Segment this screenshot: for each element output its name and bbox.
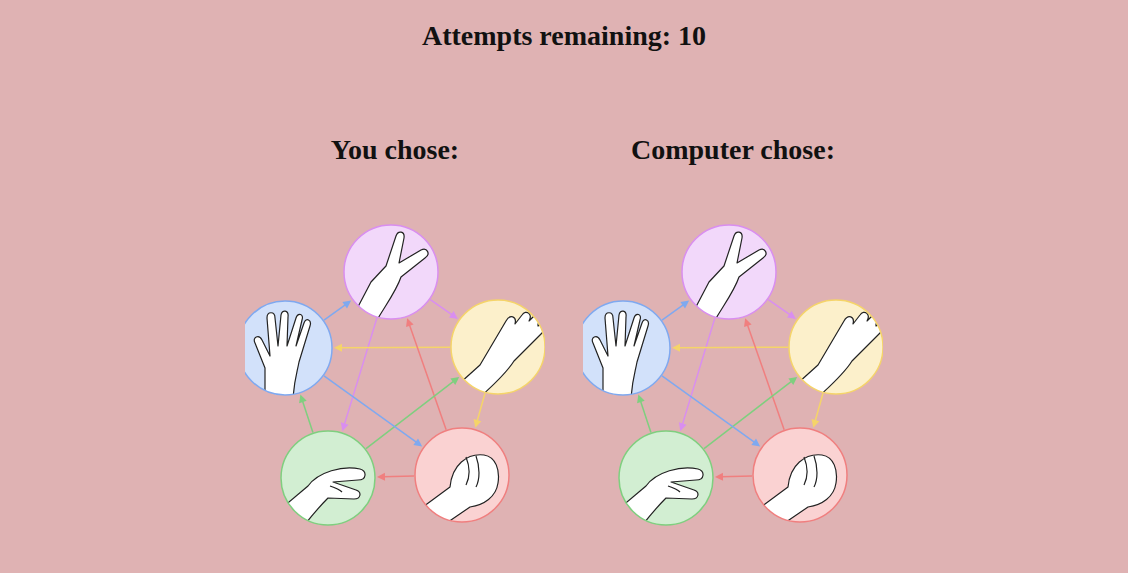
beats-arrow <box>715 473 752 481</box>
choice-button[interactable] <box>750 428 847 532</box>
player-panel: You chose: <box>245 132 545 532</box>
beats-arrow <box>812 393 823 428</box>
beats-arrow <box>377 473 414 481</box>
beats-arrow <box>672 344 788 352</box>
beats-arrow <box>299 395 313 433</box>
beats-arrow <box>662 301 689 320</box>
players-row: You chose: Computer chose: <box>245 132 883 532</box>
beats-arrow <box>474 393 485 428</box>
choice-diagram <box>245 222 545 532</box>
beats-arrow <box>341 318 377 431</box>
choice-button[interactable] <box>450 300 545 405</box>
beats-arrow <box>334 344 450 352</box>
choice-button[interactable] <box>788 300 883 405</box>
choice-button[interactable] <box>245 301 332 403</box>
beats-arrow <box>637 395 651 433</box>
paper-hand-icon <box>788 312 882 405</box>
scissors-hand-icon <box>349 232 428 330</box>
choice-button[interactable] <box>682 225 776 330</box>
choice-button[interactable] <box>583 301 670 403</box>
rock-hand-icon <box>750 455 836 532</box>
rock-hand-icon <box>412 455 498 532</box>
lizard-hand-icon <box>614 468 703 532</box>
choice-button[interactable] <box>614 431 713 532</box>
beats-arrow <box>324 301 351 320</box>
choice-diagram <box>583 222 883 532</box>
beats-arrow <box>430 300 458 319</box>
player-panel: Computer chose: <box>583 132 883 532</box>
game-page: Attempts remaining: 10 You chose: Compute… <box>0 0 1128 573</box>
lizard-hand-icon <box>276 468 365 532</box>
choice-label: Computer chose: <box>631 132 835 168</box>
paper-hand-icon <box>450 312 544 405</box>
attempts-heading: Attempts remaining: 10 <box>422 0 706 54</box>
scissors-hand-icon <box>687 232 766 330</box>
choice-button[interactable] <box>412 428 509 532</box>
choice-button[interactable] <box>344 225 438 330</box>
choice-button[interactable] <box>276 431 375 532</box>
beats-arrow <box>768 300 796 319</box>
beats-arrow <box>679 318 715 431</box>
choice-label: You chose: <box>331 132 459 168</box>
